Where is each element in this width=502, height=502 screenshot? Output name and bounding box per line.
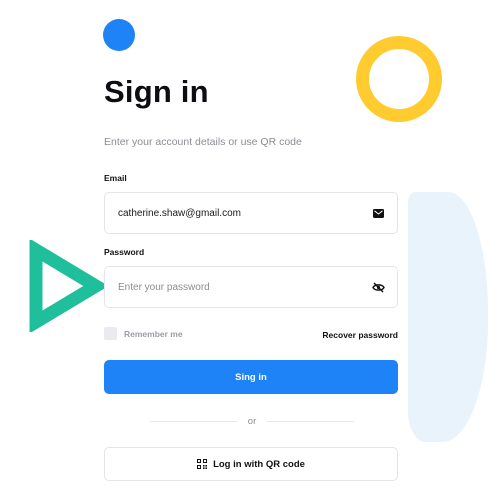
- password-label: Password: [104, 247, 145, 257]
- page-title: Sign in: [104, 74, 209, 109]
- email-label: Email: [104, 173, 127, 183]
- yellow-ring-decoration: [356, 36, 442, 122]
- qr-login-label[interactable]: Log in with QR code: [213, 459, 305, 470]
- divider-line-left: [150, 420, 237, 422]
- green-triangle-decoration: [29, 240, 105, 332]
- password-field[interactable]: Enter your password: [104, 266, 398, 308]
- password-placeholder[interactable]: Enter your password: [118, 282, 371, 293]
- email-field[interactable]: catherine.shaw@gmail.com: [104, 192, 398, 234]
- eye-off-icon[interactable]: [371, 280, 385, 294]
- light-blue-blob-decoration: [408, 192, 488, 442]
- sign-in-button[interactable]: Sing in: [104, 360, 398, 394]
- divider-line-right: [267, 420, 355, 422]
- recover-password-link[interactable]: Recover password: [322, 330, 398, 340]
- blue-circle-decoration: [103, 19, 135, 51]
- remember-me-row[interactable]: Remember me: [104, 327, 183, 340]
- or-divider: or: [150, 415, 355, 427]
- email-value[interactable]: catherine.shaw@gmail.com: [118, 208, 371, 219]
- page-subtitle: Enter your account details or use QR cod…: [104, 136, 302, 148]
- qr-code-icon: [197, 459, 208, 469]
- qr-login-button[interactable]: Log in with QR code: [104, 447, 398, 481]
- remember-me-label[interactable]: Remember me: [124, 329, 183, 339]
- envelope-icon: [371, 206, 385, 220]
- divider-text: or: [247, 415, 257, 427]
- remember-me-checkbox[interactable]: [104, 327, 117, 340]
